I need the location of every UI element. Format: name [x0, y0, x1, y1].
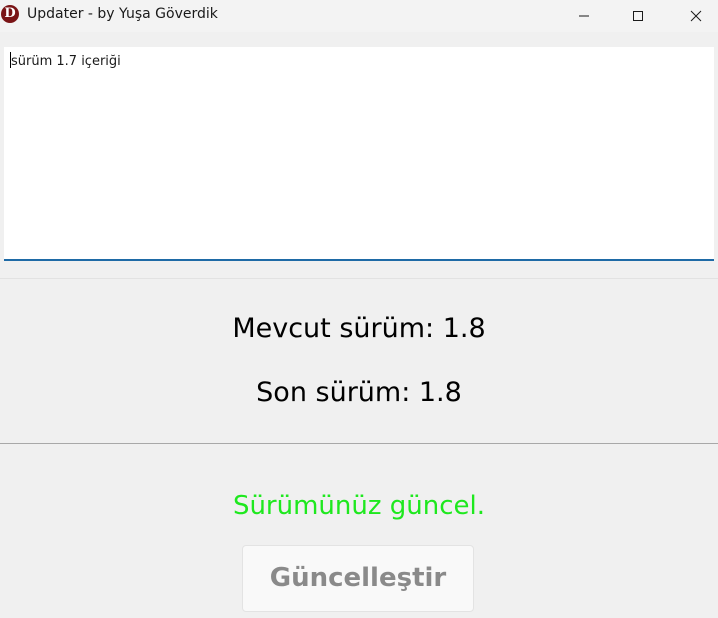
updater-window: D Updater - by Yuşa Göverdik sürüm 1.7 i… [0, 0, 718, 618]
status-message: Sürümünüz güncel. [232, 491, 486, 521]
maximize-icon [633, 11, 643, 21]
changelog-textarea[interactable]: sürüm 1.7 içeriği [4, 47, 714, 261]
changelog-text: sürüm 1.7 içeriği [11, 54, 121, 69]
close-button[interactable] [667, 0, 718, 32]
latest-version-label: Son sürüm: 1.8 [256, 377, 462, 408]
minimize-button[interactable] [555, 0, 613, 32]
close-icon [690, 10, 702, 22]
minimize-icon [579, 15, 589, 17]
app-logo-icon: D [1, 5, 19, 23]
divider [0, 278, 718, 279]
maximize-button[interactable] [609, 0, 667, 32]
divider [0, 443, 718, 444]
update-button[interactable]: Güncelleştir [242, 545, 474, 612]
window-title: Updater - by Yuşa Göverdik [27, 6, 218, 22]
title-bar[interactable]: D Updater - by Yuşa Göverdik [0, 0, 718, 32]
current-version-label: Mevcut sürüm: 1.8 [232, 313, 486, 344]
